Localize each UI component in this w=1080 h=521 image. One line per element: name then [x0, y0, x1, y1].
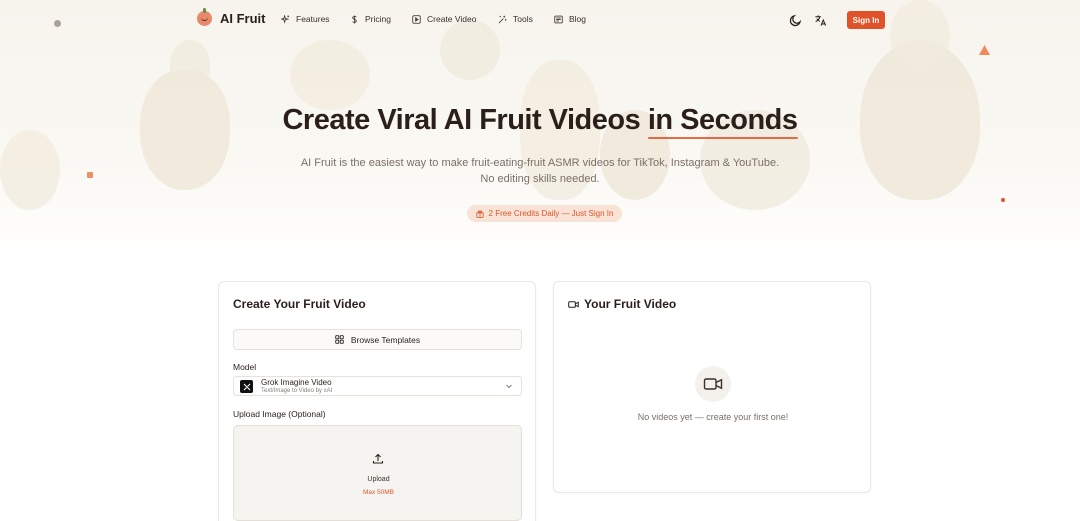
- model-label: Model: [233, 362, 257, 372]
- wand-icon: [498, 15, 507, 24]
- nav-item-features[interactable]: Features: [281, 14, 330, 24]
- nav-item-pricing[interactable]: Pricing: [350, 14, 391, 24]
- model-description: Text/Image to Video by xAI: [261, 388, 333, 394]
- gift-icon: [475, 209, 484, 218]
- nav-label-tools: Tools: [513, 14, 533, 24]
- video-card-title-text: Your Fruit Video: [584, 297, 677, 311]
- grid-icon: [335, 335, 344, 344]
- newspaper-icon: [554, 15, 563, 24]
- upload-size-limit: Max 50MB: [362, 489, 395, 496]
- nav-item-create-video[interactable]: Create Video: [412, 14, 476, 24]
- upload-image-label: Upload Image (Optional): [233, 409, 326, 419]
- free-credits-badge[interactable]: 2 Free Credits Daily — Just Sign In: [467, 205, 622, 222]
- chevron-down-icon: [506, 384, 512, 389]
- video-camera-icon: [703, 378, 723, 390]
- upload-icon: [372, 453, 384, 464]
- video-card-title: Your Fruit Video: [568, 297, 676, 311]
- hero-title-highlight: in Seconds: [647, 104, 798, 139]
- fruit-illustration: [0, 130, 60, 210]
- browse-templates-label: Browse Templates: [350, 334, 421, 345]
- fruit-illustration: [290, 40, 370, 110]
- hero-subtitle-line-2: No editing skills needed.: [480, 173, 600, 185]
- decorative-dot: [87, 172, 93, 178]
- brand-name: AI Fruit: [220, 11, 266, 26]
- translate-icon: [814, 14, 826, 26]
- model-name: Grok Imagine Video: [261, 378, 332, 387]
- top-navigation: AI Fruit Features Pricing Create Video T…: [0, 0, 1080, 40]
- sign-in-button[interactable]: Sign In: [847, 11, 885, 29]
- upload-dropzone[interactable]: Upload Max 50MB: [233, 425, 522, 521]
- decorative-dot: [1001, 198, 1005, 202]
- nav-item-tools[interactable]: Tools: [498, 14, 533, 24]
- moon-icon: [789, 14, 801, 26]
- nav-label-features: Features: [296, 14, 330, 24]
- hero-subtitle: AI Fruit is the easiest way to make frui…: [290, 155, 790, 187]
- free-credits-label: 2 Free Credits Daily — Just Sign In: [488, 209, 614, 218]
- create-video-card: Create Your Fruit Video Browse Templates…: [218, 281, 536, 521]
- brand-logo[interactable]: AI Fruit: [197, 8, 266, 26]
- language-button[interactable]: [812, 12, 828, 28]
- nav-label-blog: Blog: [569, 14, 587, 24]
- empty-state-icon-container: [695, 366, 731, 402]
- video-preview-card: Your Fruit Video No videos yet — create …: [553, 281, 871, 493]
- sparkles-icon: [281, 14, 290, 24]
- triangle-decoration: [979, 45, 990, 55]
- play-square-icon: [412, 14, 421, 24]
- theme-toggle-button[interactable]: [787, 12, 803, 28]
- hero-subtitle-line-1: AI Fruit is the easiest way to make frui…: [300, 157, 780, 169]
- fruit-illustration: [170, 40, 210, 90]
- dollar-icon: [350, 14, 359, 24]
- empty-state-text: No videos yet — create your first one!: [637, 412, 789, 422]
- upload-text: Upload: [367, 476, 390, 483]
- nav-label-create-video: Create Video: [427, 14, 477, 24]
- fruit-logo-icon: [197, 8, 212, 26]
- video-camera-icon: [568, 300, 579, 308]
- nav-item-blog[interactable]: Blog: [554, 14, 586, 24]
- browse-templates-button[interactable]: Browse Templates: [233, 329, 522, 350]
- create-card-title: Create Your Fruit Video: [233, 297, 366, 311]
- xai-logo-icon: [240, 380, 253, 393]
- hero-title: Create Viral AI Fruit Videos in Seconds: [0, 104, 1080, 139]
- hero-title-text: Create Viral AI Fruit Videos: [282, 104, 648, 136]
- model-select[interactable]: Grok Imagine Video Text/Image to Video b…: [233, 376, 522, 396]
- nav-label-pricing: Pricing: [365, 14, 391, 24]
